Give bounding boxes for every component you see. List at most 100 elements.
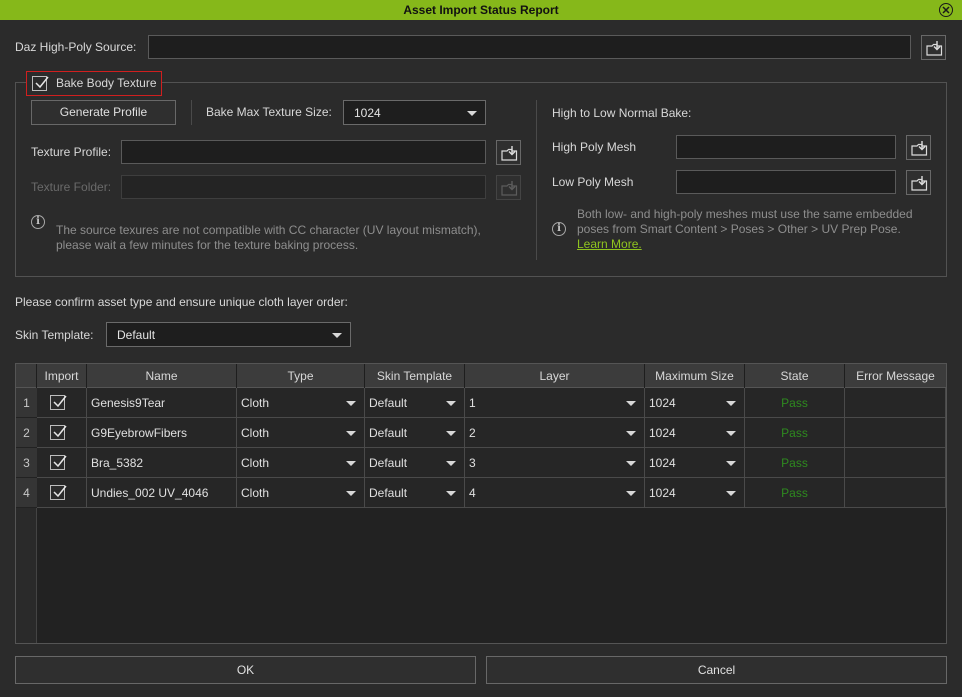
folder-import-icon — [911, 176, 928, 191]
chevron-down-icon — [626, 401, 636, 406]
header-layer[interactable]: Layer — [465, 364, 645, 388]
header-skin-template[interactable]: Skin Template — [365, 364, 465, 388]
high-poly-label: High Poly Mesh — [552, 140, 637, 154]
layer-value: 1 — [469, 396, 476, 410]
cell-name: Undies_002 UV_4046 — [87, 478, 237, 508]
chevron-down-icon — [446, 491, 456, 496]
skin-value: Default — [369, 456, 408, 470]
low-poly-field[interactable] — [676, 170, 896, 194]
cell-name: G9EyebrowFibers — [87, 418, 237, 448]
chevron-down-icon — [446, 431, 456, 436]
folder-import-icon — [926, 41, 943, 56]
import-checkbox[interactable] — [50, 395, 67, 410]
cell-type[interactable]: Cloth — [237, 448, 365, 478]
window-title: Asset Import Status Report — [403, 3, 559, 17]
import-checkbox[interactable] — [50, 425, 67, 440]
cell-error — [845, 478, 946, 508]
generate-profile-button[interactable]: Generate Profile — [31, 100, 176, 125]
state-value: Pass — [781, 396, 808, 410]
cell-error — [845, 448, 946, 478]
cell-layer[interactable]: 3 — [465, 448, 645, 478]
type-value: Cloth — [241, 456, 270, 470]
maxsize-value: 1024 — [649, 456, 676, 470]
chevron-down-icon — [467, 111, 477, 116]
cell-skin[interactable]: Default — [365, 388, 465, 418]
cell-import[interactable] — [37, 388, 87, 418]
bake-checkbox-highlight[interactable]: Bake Body Texture — [26, 71, 162, 96]
cell-layer[interactable]: 1 — [465, 388, 645, 418]
skin-value: Default — [369, 486, 408, 500]
cell-error — [845, 418, 946, 448]
cell-skin[interactable]: Default — [365, 478, 465, 508]
cell-import[interactable] — [37, 448, 87, 478]
header-state[interactable]: State — [745, 364, 845, 388]
low-poly-browse-button[interactable] — [906, 170, 931, 195]
normal-bake-note: Both low- and high-poly meshes must use … — [577, 207, 913, 252]
header-corner — [16, 364, 37, 388]
table-row[interactable]: 4 Undies_002 UV_4046 Cloth Default 4 1024 Pass — [16, 478, 946, 508]
title-bar: Asset Import Status Report — [0, 0, 962, 20]
cell-maxsize[interactable]: 1024 — [645, 478, 745, 508]
max-size-select[interactable]: 1024 — [343, 100, 486, 125]
layer-value: 2 — [469, 426, 476, 440]
cell-skin[interactable]: Default — [365, 448, 465, 478]
chevron-down-icon — [726, 401, 736, 406]
cell-layer[interactable]: 4 — [465, 478, 645, 508]
source-label: Daz High-Poly Source: — [15, 40, 137, 54]
skin-template-select[interactable]: Default — [106, 322, 351, 347]
cell-maxsize[interactable]: 1024 — [645, 388, 745, 418]
state-value: Pass — [781, 486, 808, 500]
cell-import[interactable] — [37, 478, 87, 508]
import-checkbox[interactable] — [50, 455, 67, 470]
texture-profile-browse-button[interactable] — [496, 140, 521, 165]
chevron-down-icon — [346, 461, 356, 466]
chevron-down-icon — [626, 461, 636, 466]
high-poly-field[interactable] — [676, 135, 896, 159]
high-poly-browse-button[interactable] — [906, 135, 931, 160]
cell-state: Pass — [745, 418, 845, 448]
cell-maxsize[interactable]: 1024 — [645, 418, 745, 448]
source-browse-button[interactable] — [921, 35, 946, 60]
cell-name: Genesis9Tear — [87, 388, 237, 418]
row-number: 1 — [16, 388, 37, 418]
header-error-message[interactable]: Error Message — [845, 364, 946, 388]
layer-value: 4 — [469, 486, 476, 500]
cell-maxsize[interactable]: 1024 — [645, 448, 745, 478]
source-field[interactable] — [148, 35, 911, 59]
confirm-text: Please confirm asset type and ensure uni… — [15, 295, 348, 309]
texture-profile-field[interactable] — [121, 140, 486, 164]
row-number: 3 — [16, 448, 37, 478]
cell-type[interactable]: Cloth — [237, 388, 365, 418]
table-row[interactable]: 3 Bra_5382 Cloth Default 3 1024 Pass — [16, 448, 946, 478]
cell-skin[interactable]: Default — [365, 418, 465, 448]
cell-error — [845, 388, 946, 418]
maxsize-value: 1024 — [649, 486, 676, 500]
header-type[interactable]: Type — [237, 364, 365, 388]
table-header: Import Name Type Skin Template Layer Max… — [16, 364, 946, 388]
max-size-label: Bake Max Texture Size: — [206, 105, 332, 119]
cell-type[interactable]: Cloth — [237, 418, 365, 448]
cell-name: Bra_5382 — [87, 448, 237, 478]
chevron-down-icon — [626, 431, 636, 436]
bake-body-texture-checkbox[interactable] — [32, 76, 49, 91]
table-row[interactable]: 1 Genesis9Tear Cloth Default 1 1024 Pass — [16, 388, 946, 418]
header-maximum-size[interactable]: Maximum Size — [645, 364, 745, 388]
ok-button[interactable]: OK — [15, 656, 476, 684]
header-import[interactable]: Import — [37, 364, 87, 388]
skin-template-value: Default — [117, 328, 156, 342]
normal-bake-note-line2: poses from Smart Content > Poses > Other… — [577, 222, 901, 236]
folder-import-icon — [911, 141, 928, 156]
cancel-button[interactable]: Cancel — [486, 656, 947, 684]
learn-more-link[interactable]: Learn More. — [577, 237, 642, 251]
info-icon: i — [552, 222, 566, 236]
header-name[interactable]: Name — [87, 364, 237, 388]
cell-import[interactable] — [37, 418, 87, 448]
bake-note-line2: please wait a few minutes for the textur… — [56, 238, 359, 252]
cell-type[interactable]: Cloth — [237, 478, 365, 508]
chevron-down-icon — [346, 491, 356, 496]
import-checkbox[interactable] — [50, 485, 67, 500]
bake-body-texture-label: Bake Body Texture — [56, 76, 157, 90]
close-icon[interactable] — [939, 3, 953, 17]
table-row[interactable]: 2 G9EyebrowFibers Cloth Default 2 1024 Pass — [16, 418, 946, 448]
cell-layer[interactable]: 2 — [465, 418, 645, 448]
